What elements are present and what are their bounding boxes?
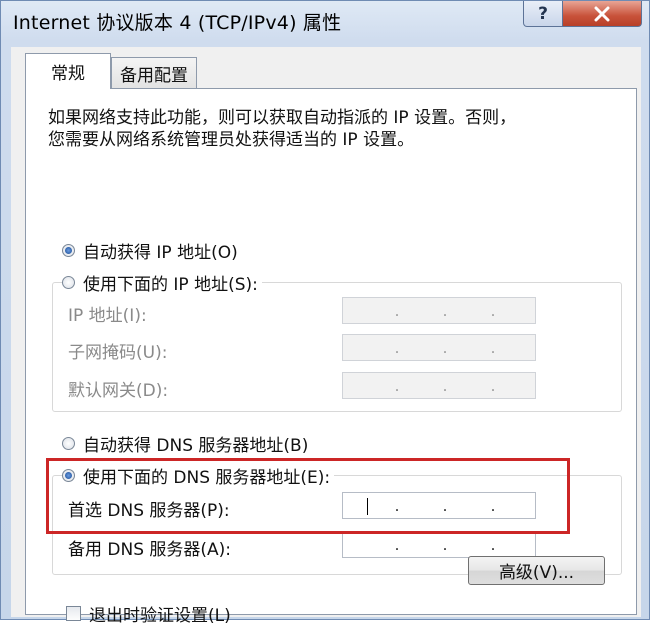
advanced-button[interactable]: 高级(V)... [468, 556, 605, 585]
ip-address-input[interactable]: ... [342, 297, 536, 324]
validate-on-exit-checkbox[interactable]: 退出时验证设置(L) [66, 601, 231, 626]
close-button[interactable] [562, 1, 642, 27]
title-bar[interactable]: Internet 协议版本 4 (TCP/IPv4) 属性 ? [1, 1, 649, 39]
highlight-annotation-box [46, 458, 570, 534]
dialog-client-area: 常规 备用配置 如果网络支持此功能，则可以获取自动指派的 IP 设置。否则， 您… [11, 47, 641, 626]
description-text: 如果网络支持此功能，则可以获取自动指派的 IP 设置。否则， 您需要从网络系统管… [48, 108, 517, 150]
manual-ip-radio-button[interactable] [62, 276, 75, 289]
alternate-dns-input[interactable]: ... [342, 531, 536, 558]
tab-alternate-config[interactable]: 备用配置 [111, 57, 197, 89]
manual-ip-label: 使用下面的 IP 地址(S): [83, 275, 258, 295]
default-gateway-input[interactable]: ... [342, 372, 536, 399]
help-icon: ? [538, 3, 548, 24]
dialog-window: Internet 协议版本 4 (TCP/IPv4) 属性 ? 常规 备用配置 … [0, 0, 650, 626]
close-icon [594, 6, 610, 21]
advanced-button-label: 高级(V)... [498, 563, 575, 583]
window-title: Internet 协议版本 4 (TCP/IPv4) 属性 [13, 12, 342, 34]
auto-dns-radio[interactable]: 自动获得 DNS 服务器地址(B) [62, 431, 313, 456]
general-tab-panel: 如果网络支持此功能，则可以获取自动指派的 IP 设置。否则， 您需要从网络系统管… [25, 88, 637, 626]
auto-ip-label: 自动获得 IP 地址(O) [83, 243, 238, 263]
auto-ip-radio[interactable]: 自动获得 IP 地址(O) [62, 238, 242, 263]
alternate-dns-label: 备用 DNS 服务器(A): [68, 540, 232, 560]
auto-dns-radio-button[interactable] [62, 437, 75, 450]
validate-on-exit-checkbox-box[interactable] [66, 606, 81, 621]
tab-general-label: 常规 [51, 64, 85, 84]
auto-dns-label: 自动获得 DNS 服务器地址(B) [83, 436, 309, 456]
auto-ip-radio-button[interactable] [62, 244, 75, 257]
validate-on-exit-label: 退出时验证设置(L) [89, 606, 231, 626]
manual-ip-radio[interactable]: 使用下面的 IP 地址(S): [62, 270, 262, 295]
subnet-mask-input[interactable]: ... [342, 334, 536, 361]
default-gateway-label: 默认网关(D): [68, 381, 169, 401]
tab-alternate-config-label: 备用配置 [120, 66, 188, 86]
help-button[interactable]: ? [523, 1, 563, 27]
tab-general[interactable]: 常规 [25, 53, 111, 89]
subnet-mask-label: 子网掩码(U): [68, 343, 168, 363]
ip-address-label: IP 地址(I): [68, 306, 147, 326]
